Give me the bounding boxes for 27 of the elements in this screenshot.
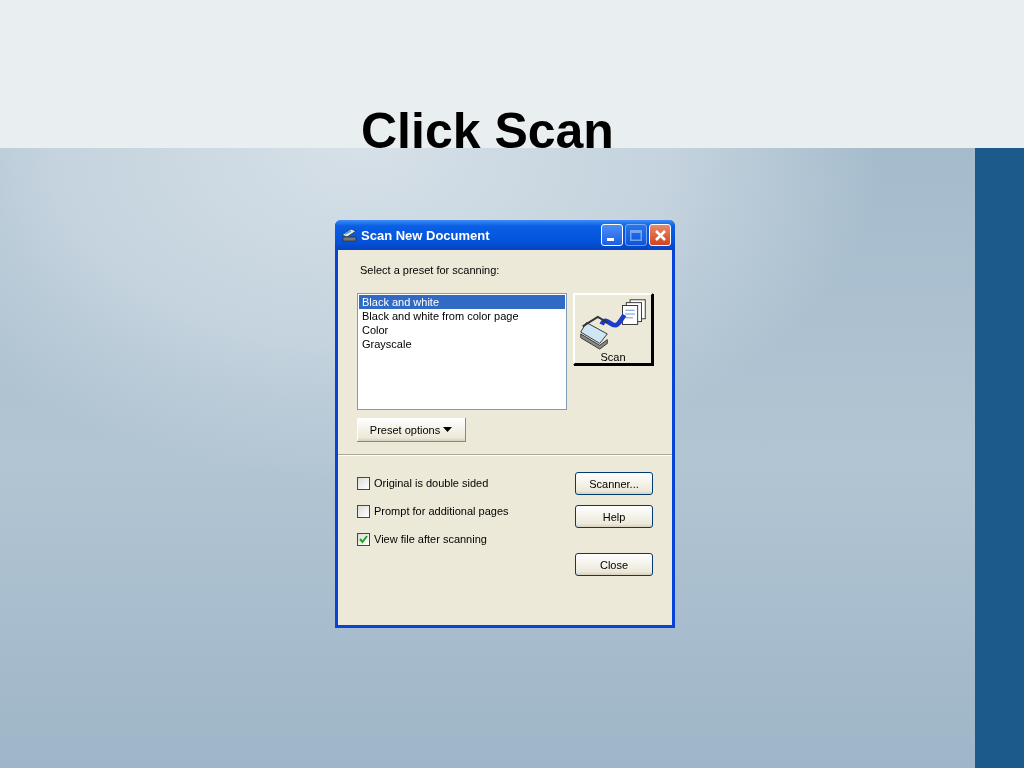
minimize-button[interactable]: [601, 224, 623, 246]
checkbox[interactable]: [357, 476, 370, 490]
preset-item[interactable]: Grayscale: [359, 337, 566, 351]
close-icon: [654, 229, 666, 241]
scan-button[interactable]: Scan: [573, 293, 653, 365]
preset-label: Select a preset for scanning:: [360, 263, 501, 277]
checkbox[interactable]: [357, 532, 370, 546]
preset-item[interactable]: Black and white: [359, 295, 566, 309]
dialog-button[interactable]: Close: [575, 553, 653, 576]
dialog-button[interactable]: Scanner...: [575, 472, 653, 495]
slide-title: Click Scan: [361, 102, 614, 161]
checkbox-label: Original is double sided: [374, 477, 489, 489]
check-icon: [358, 533, 369, 545]
maximize-icon: [630, 229, 642, 241]
checkbox-label: Prompt for additional pages: [374, 505, 509, 517]
dialog-button[interactable]: Help: [575, 505, 653, 528]
checkbox-label: View file after scanning: [374, 533, 487, 545]
preset-item[interactable]: Color: [359, 323, 566, 337]
scanner-icon: [341, 227, 357, 243]
checkbox[interactable]: [357, 504, 370, 518]
close-button[interactable]: [649, 224, 671, 246]
preset-list[interactable]: Black and white Black and white from color page Color Grayscale: [357, 293, 568, 410]
minimize-icon: [606, 237, 614, 241]
caret-icon: [443, 427, 453, 432]
preset-item[interactable]: Black and white from color page: [359, 309, 566, 323]
window-title: Scan New Document: [361, 227, 491, 243]
preset-options-button[interactable]: Preset options: [357, 418, 466, 442]
